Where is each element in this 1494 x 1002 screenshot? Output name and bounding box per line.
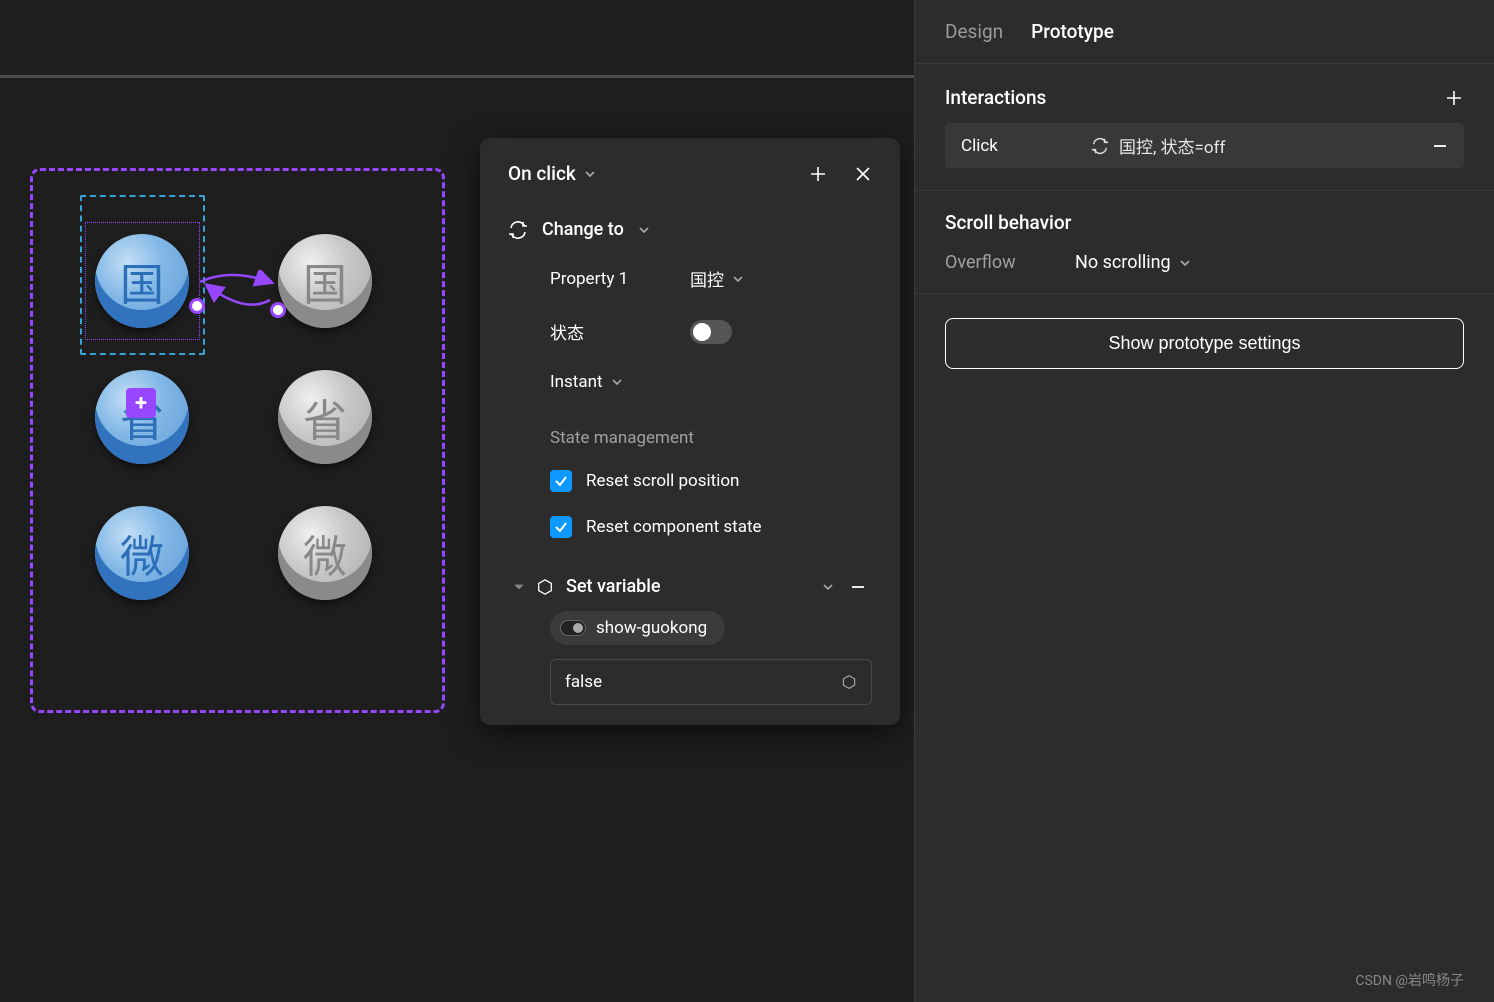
token-wei-on[interactable]: 微 [95,506,189,600]
canvas-divider [0,75,914,78]
reset-component-label: Reset component state [586,517,762,537]
variable-icon [841,674,857,690]
check-icon [554,474,568,488]
interaction-item[interactable]: Click 国控, 状态=off [945,123,1464,168]
trigger-label: On click [508,162,576,185]
panel-tabs: Design Prototype [915,0,1494,63]
variable-value: false [565,672,841,692]
watermark: CSDN @岩鸣杨子 [1355,970,1464,990]
interaction-popup: On click Change to Property 1 国控 [480,138,900,725]
overflow-label: Overflow [945,252,1075,273]
chevron-down-icon [611,376,623,388]
token-sheng-off[interactable]: 省 [278,370,372,464]
set-variable-label: Set variable [566,576,816,597]
interactions-title: Interactions [945,86,1444,109]
reset-component-checkbox[interactable] [550,516,572,538]
reset-component-row: Reset component state [508,504,872,550]
close-popup-button[interactable] [854,165,872,183]
reset-scroll-checkbox[interactable] [550,470,572,492]
interaction-trigger: Click [961,136,1091,156]
component-add-badge: + [126,388,156,418]
state-label: 状态 [550,319,690,344]
change-to-label: Change to [542,219,624,240]
swap-icon [1091,137,1109,155]
scroll-behavior-title: Scroll behavior [915,191,1494,244]
interactions-section: Interactions Click 国控, 状态=off [915,64,1494,190]
state-management-title: State management [508,412,872,458]
set-variable-action[interactable]: Set variable [508,550,872,605]
tab-design[interactable]: Design [945,20,1003,43]
chevron-down-icon [584,168,596,180]
reset-scroll-row: Reset scroll position [508,458,872,504]
right-panel: Design Prototype Interactions Click 国控, … [914,0,1494,1002]
add-action-button[interactable] [808,164,828,184]
trigger-dropdown[interactable]: On click [508,162,808,185]
plus-icon [808,164,828,184]
chevron-down-icon [822,581,834,593]
add-interaction-button[interactable] [1444,88,1464,108]
variable-value-input[interactable]: false [550,659,872,705]
state-row: 状态 [508,305,872,358]
minus-icon [850,579,866,595]
connection-handle[interactable] [189,298,205,314]
overflow-row: Overflow No scrolling [915,244,1494,293]
variable-icon [536,578,554,596]
swap-icon [508,220,528,240]
chevron-down-icon [638,224,650,236]
tab-prototype[interactable]: Prototype [1031,20,1114,43]
plus-icon [1444,88,1464,108]
change-to-action[interactable]: Change to [508,207,872,252]
remove-setvar-button[interactable] [850,579,866,595]
popup-header: On click [480,138,900,207]
show-prototype-settings-button[interactable]: Show prototype settings [945,318,1464,369]
chevron-down-icon [732,273,744,285]
variable-chip[interactable]: show-guokong [550,611,725,645]
reset-scroll-label: Reset scroll position [586,471,739,491]
animation-dropdown[interactable]: Instant [508,358,872,412]
property1-dropdown[interactable]: 国控 [690,266,744,291]
property1-label: Property 1 [550,269,690,289]
token-guo-off[interactable]: 国 [278,234,372,328]
close-icon [854,165,872,183]
chevron-down-icon [1179,257,1191,269]
variable-name: show-guokong [596,618,707,638]
connection-handle[interactable] [270,302,286,318]
overflow-dropdown[interactable]: No scrolling [1075,252,1191,273]
check-icon [554,520,568,534]
interaction-action: 国控, 状态=off [1119,133,1225,158]
minus-icon [1432,138,1448,154]
state-toggle[interactable] [690,320,732,344]
token-wei-off[interactable]: 微 [278,506,372,600]
remove-interaction-button[interactable] [1432,138,1448,154]
token-guo-on[interactable]: 国 [95,234,189,328]
caret-down-icon [512,580,526,594]
property1-row: Property 1 国控 [508,252,872,305]
divider [915,293,1494,294]
boolean-variable-icon [560,620,586,636]
